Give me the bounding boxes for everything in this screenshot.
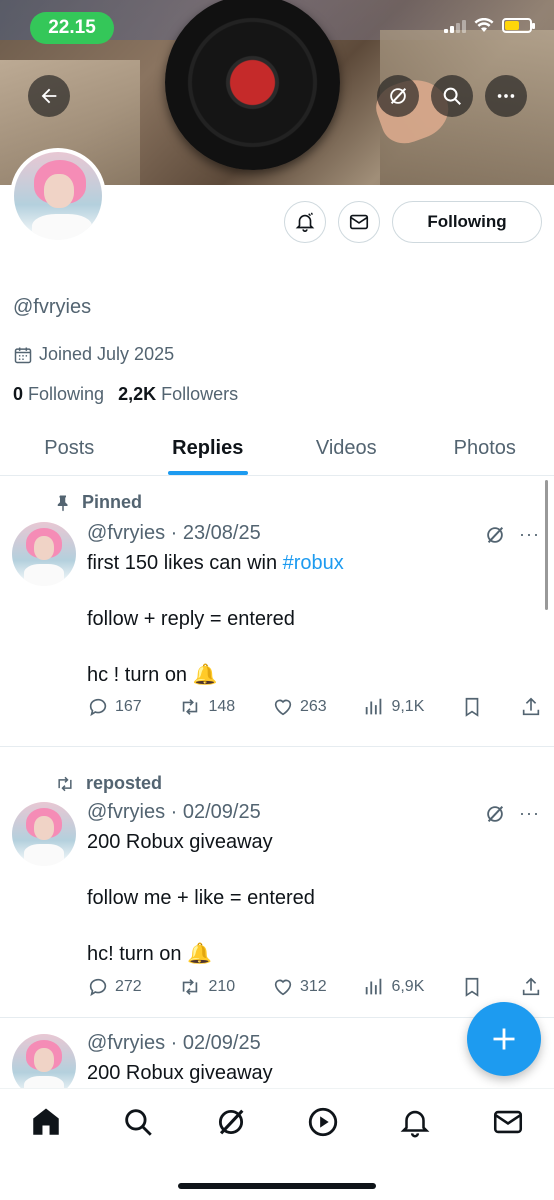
followers-link[interactable]: 2,2K Followers bbox=[118, 384, 238, 405]
reply-button[interactable]: 167 bbox=[87, 696, 142, 718]
grok-icon[interactable] bbox=[214, 1105, 248, 1139]
repost-icon bbox=[183, 979, 198, 995]
bookmark-icon[interactable] bbox=[461, 696, 483, 718]
like-icon bbox=[274, 979, 292, 996]
search-button[interactable] bbox=[431, 75, 473, 117]
post-text: 200 Robux giveaway bbox=[87, 1062, 273, 1084]
grok-icon bbox=[390, 87, 407, 105]
joined-text: Joined July 2025 bbox=[39, 344, 175, 364]
post-meta: @fvryies · 02/09/25 bbox=[87, 1032, 261, 1054]
wifi-icon bbox=[474, 18, 494, 32]
search-icon[interactable] bbox=[121, 1105, 155, 1139]
notifications-button[interactable] bbox=[284, 201, 326, 243]
message-button[interactable] bbox=[338, 201, 380, 243]
following-button[interactable]: Following bbox=[392, 201, 542, 243]
search-icon bbox=[443, 87, 461, 105]
notification-bell-icon bbox=[295, 212, 315, 232]
like-icon bbox=[274, 699, 292, 716]
like-button[interactable]: 263 bbox=[272, 696, 327, 718]
post-meta: @fvryies · 02/09/25 bbox=[87, 801, 261, 823]
back-arrow-icon bbox=[41, 88, 57, 104]
views-button[interactable]: 9,1K bbox=[363, 696, 424, 718]
repost-button[interactable]: 148 bbox=[178, 696, 235, 718]
grok-icon[interactable] bbox=[484, 803, 506, 825]
tab-videos[interactable]: Videos bbox=[277, 422, 416, 475]
pinned-context: Pinned bbox=[54, 492, 142, 513]
pin-icon bbox=[57, 495, 68, 511]
post-more-icon[interactable]: ··· bbox=[519, 803, 540, 824]
bookmark-icon[interactable] bbox=[461, 976, 483, 998]
home-indicator bbox=[178, 1183, 376, 1189]
profile-actions: Following bbox=[284, 201, 542, 243]
grok-button[interactable] bbox=[377, 75, 419, 117]
share-icon[interactable] bbox=[520, 976, 542, 998]
post-meta: @fvryies · 23/08/25 bbox=[87, 522, 261, 544]
joined-date: Joined July 2025 bbox=[13, 344, 174, 365]
tab-posts[interactable]: Posts bbox=[0, 422, 139, 475]
post-actions: 272 210 312 6,9K bbox=[87, 976, 542, 998]
plus-icon bbox=[493, 1028, 515, 1050]
play-icon[interactable] bbox=[306, 1105, 340, 1139]
repost-context: reposted bbox=[54, 773, 162, 794]
post-more-icon[interactable]: ··· bbox=[519, 524, 540, 545]
messages-icon[interactable] bbox=[491, 1105, 525, 1139]
post-avatar[interactable] bbox=[12, 802, 76, 866]
reply-icon bbox=[89, 978, 107, 997]
profile-avatar[interactable] bbox=[10, 148, 106, 244]
status-icons bbox=[444, 18, 535, 33]
tab-photos[interactable]: Photos bbox=[416, 422, 554, 475]
status-time: 22.15 bbox=[30, 12, 114, 44]
post-avatar[interactable] bbox=[12, 522, 76, 586]
repost-icon bbox=[183, 699, 198, 715]
mail-icon bbox=[349, 214, 369, 230]
reply-button[interactable]: 272 bbox=[87, 976, 142, 998]
profile-handle: @fvryies bbox=[13, 296, 92, 318]
follow-counts: 0 Following 2,2K Followers bbox=[13, 384, 238, 405]
views-icon bbox=[366, 698, 382, 715]
post-text: first 150 likes can win #robux follow + … bbox=[87, 552, 344, 686]
signal-icon bbox=[444, 19, 466, 33]
back-button[interactable] bbox=[28, 75, 70, 117]
like-button[interactable]: 312 bbox=[272, 976, 327, 998]
post-avatar[interactable] bbox=[12, 1034, 76, 1088]
repost-button[interactable]: 210 bbox=[178, 976, 235, 998]
views-button[interactable]: 6,9K bbox=[363, 976, 424, 998]
following-link[interactable]: 0 Following bbox=[13, 384, 104, 405]
views-icon bbox=[366, 978, 382, 995]
tab-replies[interactable]: Replies bbox=[139, 422, 278, 475]
profile-tabs: Posts Replies Videos Photos bbox=[0, 422, 554, 476]
battery-icon bbox=[502, 18, 535, 33]
notification-bell-icon[interactable] bbox=[398, 1105, 432, 1139]
calendar-icon bbox=[14, 347, 32, 363]
banner-record-image bbox=[165, 0, 340, 170]
home-icon[interactable] bbox=[29, 1105, 63, 1139]
more-icon bbox=[497, 94, 515, 98]
post-text: 200 Robux giveaway follow me + like = en… bbox=[87, 831, 315, 965]
post-pinned[interactable]: Pinned @fvryies · 23/08/25 ··· first 150… bbox=[0, 476, 554, 747]
hashtag-link[interactable]: #robux bbox=[283, 552, 344, 574]
repost-icon bbox=[58, 776, 72, 791]
compose-button[interactable] bbox=[467, 1002, 541, 1076]
share-icon[interactable] bbox=[520, 696, 542, 718]
more-options-button[interactable] bbox=[485, 75, 527, 117]
post-actions: 167 148 263 9,1K bbox=[87, 696, 542, 718]
post-reposted[interactable]: reposted @fvryies · 02/09/25 ··· 200 Rob… bbox=[0, 747, 554, 1018]
reply-icon bbox=[89, 698, 107, 717]
grok-icon[interactable] bbox=[484, 524, 506, 546]
